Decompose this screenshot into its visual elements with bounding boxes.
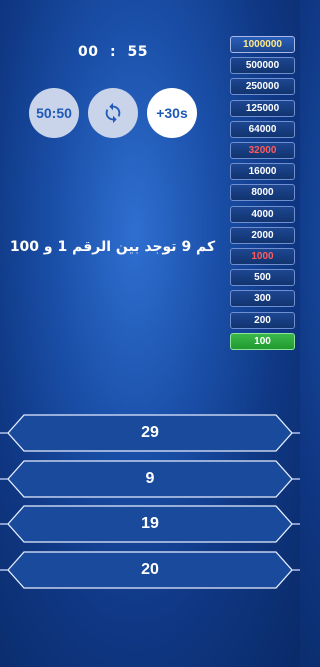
prize-level-200: 200 (230, 311, 295, 329)
lifeline-extra-time-label: +30s (156, 105, 188, 121)
prize-level-250000: 250000 (230, 78, 295, 96)
answer-option[interactable]: 29 (0, 413, 300, 453)
prize-level-32000: 32000 (230, 142, 295, 159)
answer-label: 9 (145, 470, 155, 487)
prize-level-4000: 4000 (230, 205, 295, 223)
prize-level-2000: 2000 (230, 226, 295, 244)
timer-minutes: 00 (78, 44, 99, 60)
prize-level-64000: 64000 (230, 120, 295, 138)
answer-option[interactable]: 20 (0, 550, 300, 590)
lifeline-fifty-fifty-label: 50:50 (36, 105, 72, 121)
prize-level-1000: 1000 (230, 248, 295, 265)
answer-label: 19 (141, 515, 159, 532)
answer-option[interactable]: 9 (0, 459, 300, 499)
prize-level-300: 300 (230, 290, 295, 308)
prize-level-125000: 125000 (230, 99, 295, 117)
prize-level-100: 100 (230, 332, 295, 350)
answer-option[interactable]: 19 (0, 504, 300, 544)
refresh-icon (105, 102, 121, 124)
prize-level-500000: 500000 (230, 57, 295, 75)
lifeline-fifty-fifty-button[interactable]: 50:50 (29, 88, 79, 138)
answer-label: 20 (141, 561, 159, 578)
prize-level-16000: 16000 (230, 163, 295, 181)
question-text: كم 9 توجد بين الرقم 1 و 100 (9, 239, 216, 255)
timer-separator: : (109, 44, 117, 60)
prize-level-1000000: 1000000 (230, 36, 295, 53)
timer: 00 : 55 (78, 43, 148, 61)
prize-level-8000: 8000 (230, 184, 295, 202)
timer-seconds: 55 (127, 44, 148, 60)
prize-level-500: 500 (230, 269, 295, 287)
lifeline-swap-button[interactable] (88, 88, 138, 138)
lifeline-extra-time-button[interactable]: +30s (147, 88, 197, 138)
answer-label: 29 (141, 424, 159, 441)
